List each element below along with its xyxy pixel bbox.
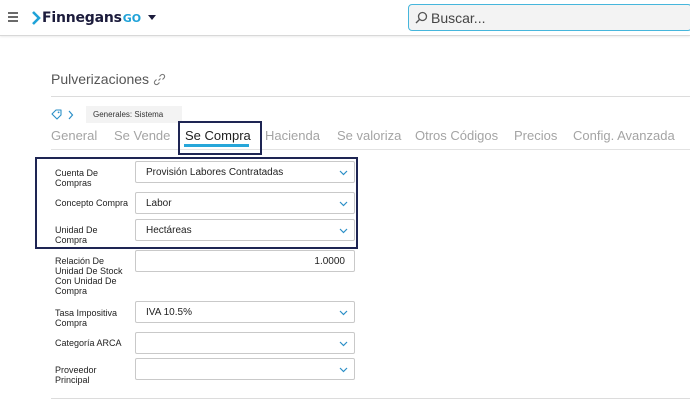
chevron-down-icon: [339, 310, 348, 316]
concepto-compra-label: Concepto Compra: [55, 198, 129, 208]
page-title-text: Pulverizaciones: [51, 71, 150, 87]
cuenta-compras-label: Cuenta De Compras: [55, 168, 99, 188]
top-bar: Finnegans GO: [0, 0, 690, 36]
tab-precios[interactable]: Precios: [514, 128, 557, 143]
tab-se-vende[interactable]: Se Vende: [114, 128, 170, 143]
tab-otros-codigos[interactable]: Otros Códigos: [415, 128, 498, 143]
proveedor-principal-label: Proveedor Principal: [55, 365, 97, 385]
tabs-divider: [51, 149, 690, 150]
search-box[interactable]: [408, 4, 690, 31]
page-title: Pulverizaciones: [51, 71, 166, 87]
unidad-compra-value: Hectáreas: [146, 225, 192, 236]
tag-icon[interactable]: [51, 109, 62, 120]
chevron-down-icon: [339, 228, 348, 234]
chevron-down-icon: [339, 170, 348, 176]
caret-down-icon[interactable]: [148, 15, 157, 21]
menu-icon[interactable]: [8, 12, 18, 22]
logo-chevron-icon: [32, 11, 41, 25]
unidad-compra-label: Unidad De Compra: [55, 225, 98, 245]
tab-hacienda[interactable]: Hacienda: [265, 128, 320, 143]
chevron-down-icon: [339, 341, 348, 347]
search-icon: [415, 11, 428, 24]
app-logo[interactable]: Finnegans GO: [31, 9, 157, 27]
brand-name: Finnegans: [42, 10, 122, 26]
concepto-compra-value: Labor: [146, 198, 172, 209]
active-tab-highlight: [178, 121, 262, 155]
brand-suffix: GO: [122, 11, 142, 25]
chevron-down-icon: [339, 201, 348, 207]
unidad-compra-select[interactable]: Hectáreas: [135, 219, 355, 241]
chevron-right-icon[interactable]: [67, 110, 74, 120]
link-icon[interactable]: [153, 73, 166, 86]
tasa-impositiva-select[interactable]: IVA 10.5%: [135, 301, 355, 323]
tasa-impositiva-label: Tasa Impositiva Compra: [55, 308, 118, 328]
form-bottom-divider: [51, 398, 690, 399]
cuenta-compras-select[interactable]: Provisión Labores Contratadas: [135, 161, 355, 183]
relacion-unidad-value: 1.0000: [314, 256, 345, 267]
tab-se-valoriza[interactable]: Se valoriza: [337, 128, 401, 143]
tab-general[interactable]: General: [51, 128, 97, 143]
breadcrumb-chip[interactable]: Generales: Sistema: [86, 106, 182, 123]
tab-config-avanzada[interactable]: Config. Avanzada: [573, 128, 675, 143]
relacion-unidad-label: Relación De Unidad De Stock Con Unidad D…: [55, 256, 123, 296]
search-input[interactable]: [431, 9, 671, 26]
chevron-down-icon: [339, 367, 348, 373]
proveedor-principal-select[interactable]: [135, 358, 355, 380]
categoria-arca-label: Categoría ARCA: [55, 338, 122, 348]
title-divider: [51, 96, 690, 97]
concepto-compra-select[interactable]: Labor: [135, 192, 355, 214]
tab-bar: General Se Vende Se Compra Hacienda Se v…: [51, 122, 690, 155]
relacion-unidad-input[interactable]: 1.0000: [135, 250, 355, 272]
tasa-impositiva-value: IVA 10.5%: [146, 307, 192, 318]
categoria-arca-select[interactable]: [135, 332, 355, 354]
cuenta-compras-value: Provisión Labores Contratadas: [146, 167, 284, 178]
breadcrumb: Generales: Sistema: [51, 106, 182, 123]
